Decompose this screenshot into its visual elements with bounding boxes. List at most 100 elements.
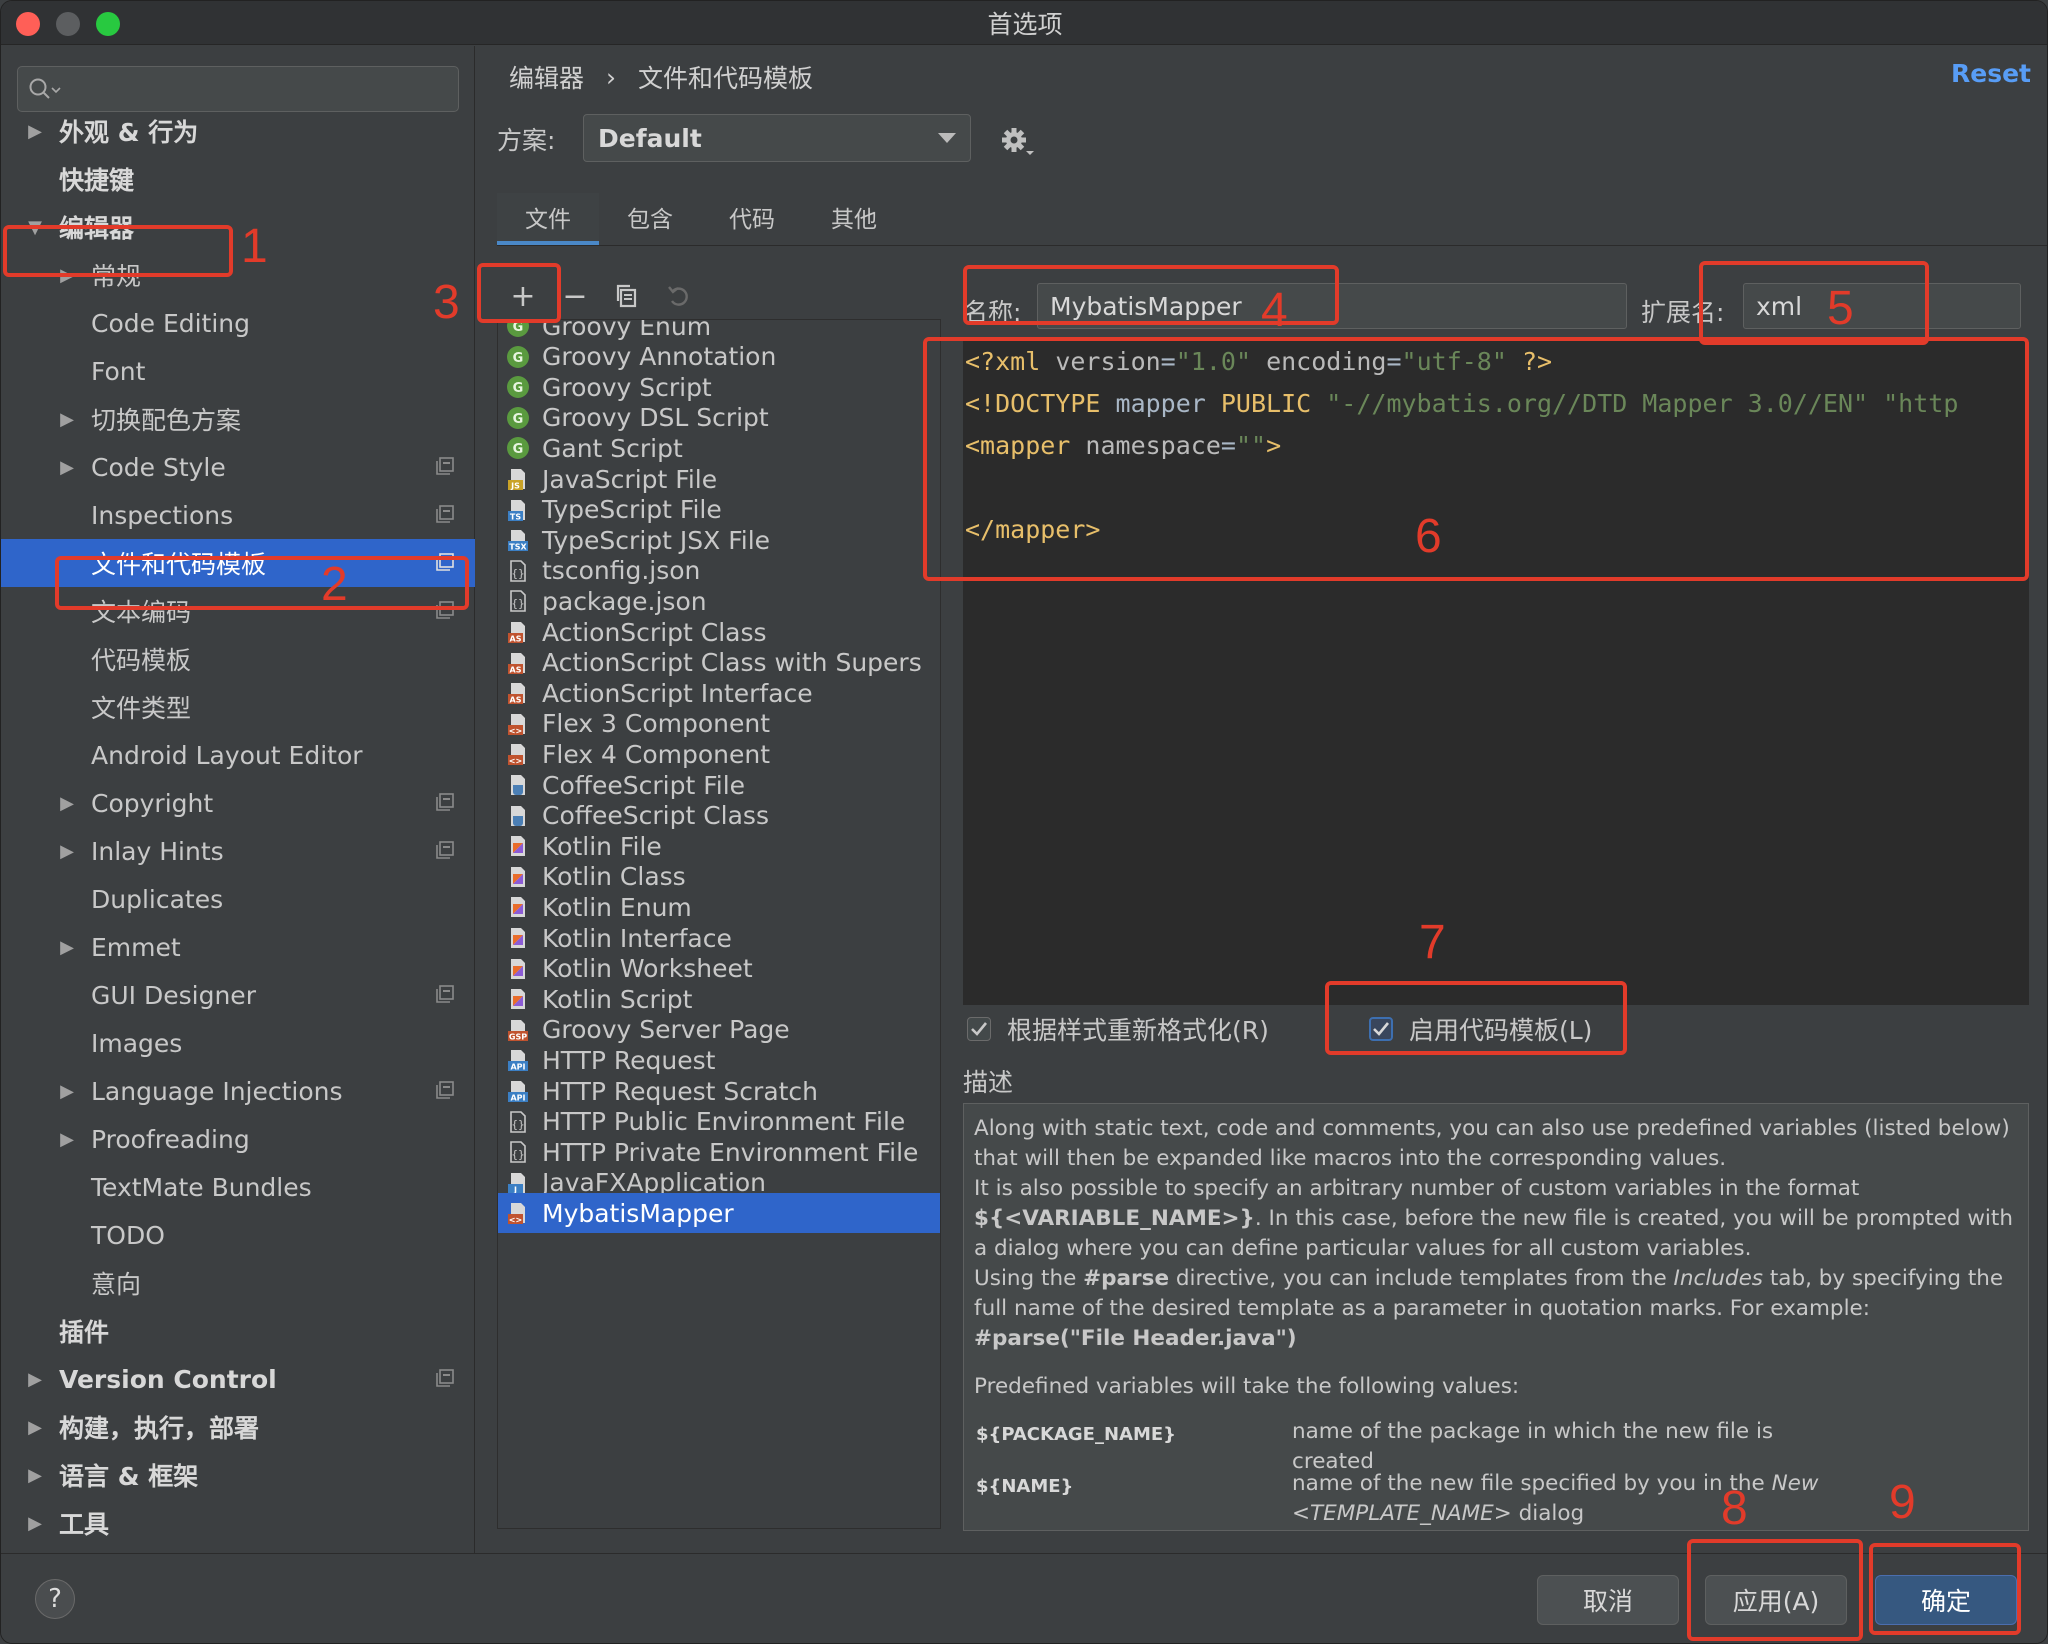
template-list-item[interactable]: <> MybatisMapper bbox=[498, 1193, 940, 1234]
scheme-value: Default bbox=[598, 123, 702, 153]
minimize-window-button[interactable] bbox=[56, 12, 80, 36]
project-scope-icon bbox=[436, 1369, 454, 1387]
tree-item-label: 意向 bbox=[91, 1270, 142, 1299]
copy-template-button[interactable] bbox=[601, 273, 653, 319]
tree-item-version-control[interactable]: ▶ Version Control bbox=[1, 1355, 475, 1403]
tree-item-code-style[interactable]: ▶ Code Style bbox=[1, 443, 475, 491]
tree-item-0[interactable]: ▶ 外观 & 行为 bbox=[1, 107, 475, 155]
svg-text:G: G bbox=[513, 442, 524, 457]
variable-name: ${NAME} bbox=[976, 1476, 1074, 1497]
svg-text:<>: <> bbox=[509, 1216, 522, 1225]
tree-item-textmate-bundles[interactable]: TextMate Bundles bbox=[1, 1163, 475, 1211]
desc-code: #parse bbox=[1083, 1266, 1170, 1291]
close-window-button[interactable] bbox=[16, 12, 40, 36]
reset-link[interactable]: Reset bbox=[1951, 59, 2031, 88]
tab-3[interactable]: 其他 bbox=[803, 193, 905, 245]
expand-right-icon[interactable]: ▶ bbox=[57, 409, 77, 430]
tree-item-29[interactable]: ▶ 工具 bbox=[1, 1499, 475, 1547]
breadcrumb-current: 文件和代码模板 bbox=[638, 64, 814, 93]
tree-item-label: Images bbox=[91, 1028, 183, 1058]
annotation-number: 5 bbox=[1827, 282, 1854, 335]
scheme-select[interactable]: Default bbox=[583, 114, 971, 162]
ts-file-icon: TS bbox=[508, 499, 525, 521]
preferences-window: 首选项 ▶ 外观 & 行为 快捷键 ▼ 编辑器 ▶ 常规 Code Editing Font ▶ 切… bbox=[0, 0, 2048, 1644]
tree-item-6[interactable]: ▶ 切换配色方案 bbox=[1, 395, 475, 443]
tree-item-label: Inlay Hints bbox=[91, 836, 224, 866]
help-button[interactable]: ? bbox=[35, 1579, 75, 1619]
tab-0[interactable]: 文件 bbox=[497, 193, 599, 245]
expand-right-icon[interactable]: ▶ bbox=[57, 937, 77, 958]
reformat-checkbox[interactable]: 根据样式重新格式化(R) bbox=[967, 1011, 1269, 1047]
expand-right-icon[interactable]: ▶ bbox=[25, 121, 45, 142]
settings-search-input[interactable] bbox=[17, 66, 459, 112]
annotation-number: 6 bbox=[1415, 510, 1442, 563]
project-scope-icon bbox=[436, 457, 454, 475]
tab-2[interactable]: 代码 bbox=[701, 193, 803, 245]
annotation-number: 3 bbox=[433, 276, 460, 329]
svg-text:G: G bbox=[513, 351, 524, 366]
expand-right-icon[interactable]: ▶ bbox=[57, 457, 77, 478]
tree-item-12[interactable]: 文件类型 bbox=[1, 683, 475, 731]
json-file-icon: {} bbox=[510, 590, 526, 613]
tree-item-label: 工具 bbox=[59, 1510, 110, 1539]
js-file-icon: JS bbox=[508, 469, 525, 491]
tree-item-font[interactable]: Font bbox=[1, 347, 475, 395]
tree-item-copyright[interactable]: ▶ Copyright bbox=[1, 779, 475, 827]
tree-item-images[interactable]: Images bbox=[1, 1019, 475, 1067]
search-icon bbox=[29, 78, 61, 99]
tree-item-inlay-hints[interactable]: ▶ Inlay Hints bbox=[1, 827, 475, 875]
expand-right-icon[interactable]: ▶ bbox=[57, 841, 77, 862]
tree-item-27[interactable]: ▶ 构建，执行，部署 bbox=[1, 1403, 475, 1451]
expand-right-icon[interactable]: ▶ bbox=[57, 1081, 77, 1102]
breadcrumb-separator: › bbox=[606, 62, 617, 92]
expand-right-icon[interactable]: ▶ bbox=[25, 1465, 45, 1486]
tree-item-label: Version Control bbox=[59, 1364, 277, 1394]
annotation-number: 2 bbox=[321, 558, 348, 611]
tree-item-android-layout-editor[interactable]: Android Layout Editor bbox=[1, 731, 475, 779]
template-tabs: 文件 包含 代码 其他 bbox=[497, 193, 905, 245]
groovy-file-icon: G bbox=[507, 345, 529, 368]
expand-right-icon[interactable]: ▶ bbox=[57, 1129, 77, 1150]
tree-item-gui-designer[interactable]: GUI Designer bbox=[1, 971, 475, 1019]
cancel-button[interactable]: 取消 bbox=[1537, 1575, 1679, 1625]
expand-right-icon[interactable]: ▶ bbox=[25, 1417, 45, 1438]
expand-right-icon[interactable]: ▶ bbox=[57, 793, 77, 814]
window-title: 首选项 bbox=[987, 9, 1063, 39]
expand-right-icon[interactable]: ▶ bbox=[25, 1513, 45, 1534]
tree-item-todo[interactable]: TODO bbox=[1, 1211, 475, 1259]
reset-template-button[interactable] bbox=[653, 273, 705, 319]
tree-item-24[interactable]: 意向 bbox=[1, 1259, 475, 1307]
project-scope-icon bbox=[436, 841, 454, 859]
tree-item-proofreading[interactable]: ▶ Proofreading bbox=[1, 1115, 475, 1163]
project-scope-icon bbox=[436, 793, 454, 811]
tree-item-28[interactable]: ▶ 语言 & 框架 bbox=[1, 1451, 475, 1499]
svg-text:{}: {} bbox=[511, 597, 524, 610]
tree-item-11[interactable]: 代码模板 bbox=[1, 635, 475, 683]
kotlin-file-icon bbox=[511, 989, 525, 1010]
annotation-box bbox=[477, 263, 561, 323]
tree-item-duplicates[interactable]: Duplicates bbox=[1, 875, 475, 923]
tree-item-label: Copyright bbox=[91, 788, 214, 818]
checkbox-checked-icon bbox=[967, 1017, 991, 1041]
undo-icon bbox=[668, 286, 688, 306]
api-file-icon: API bbox=[508, 1050, 528, 1072]
gear-icon[interactable] bbox=[999, 125, 1035, 159]
tree-item-1[interactable]: 快捷键 bbox=[1, 155, 475, 203]
tree-item-language-injections[interactable]: ▶ Language Injections bbox=[1, 1067, 475, 1115]
tree-item-inspections[interactable]: Inspections bbox=[1, 491, 475, 539]
tab-divider bbox=[497, 245, 2047, 246]
variable-description: name of the package in which the new fil… bbox=[1292, 1419, 1774, 1474]
maximize-window-button[interactable] bbox=[96, 12, 120, 36]
tab-1[interactable]: 包含 bbox=[599, 193, 701, 245]
expand-right-icon[interactable]: ▶ bbox=[25, 1369, 45, 1390]
copy-icon bbox=[616, 284, 637, 308]
coffee-file-icon bbox=[511, 775, 525, 795]
tree-item-25[interactable]: 插件 bbox=[1, 1307, 475, 1355]
java-file-icon: J bbox=[508, 1172, 525, 1194]
tree-item-code-editing[interactable]: Code Editing bbox=[1, 299, 475, 347]
kotlin-file-icon bbox=[511, 866, 525, 887]
annotation-box bbox=[1699, 261, 1929, 345]
tree-item-emmet[interactable]: ▶ Emmet bbox=[1, 923, 475, 971]
variable-name: ${PACKAGE_NAME} bbox=[976, 1424, 1176, 1445]
as-file-icon: AS bbox=[508, 683, 525, 705]
